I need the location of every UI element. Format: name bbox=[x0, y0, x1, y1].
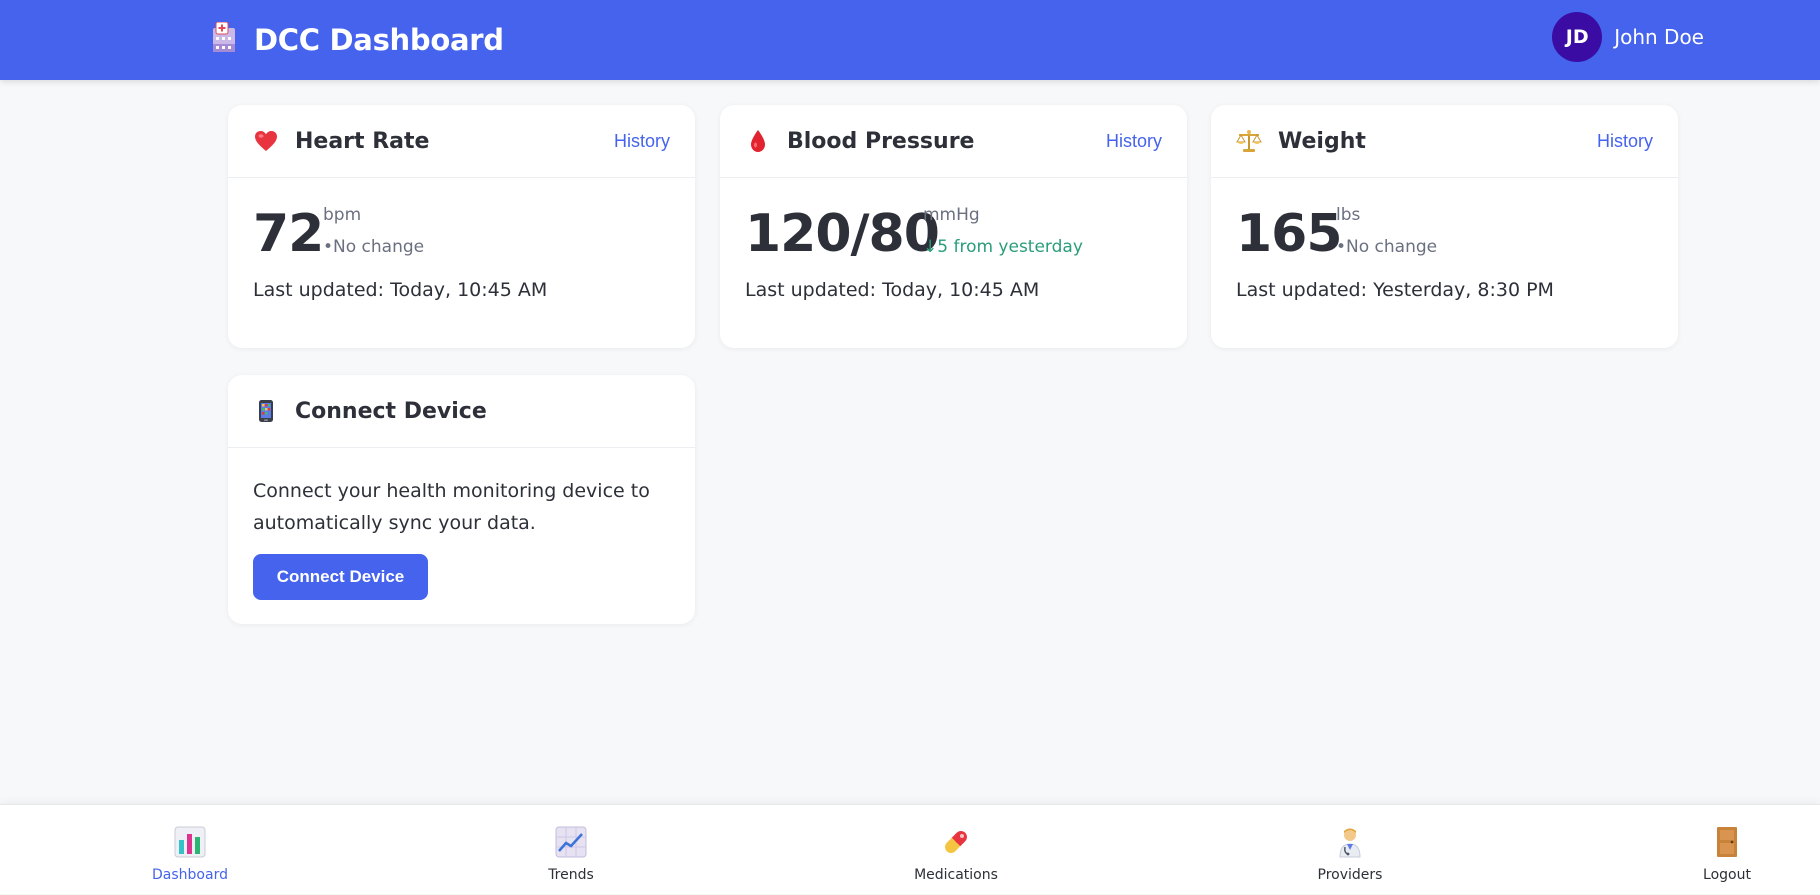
brand[interactable]: DCC Dashboard bbox=[210, 18, 504, 62]
metric-unit: bpm bbox=[323, 205, 362, 225]
card-header: Blood Pressure History bbox=[720, 105, 1187, 178]
connect-body: Connect your health monitoring device to… bbox=[228, 448, 695, 600]
scale-icon bbox=[1236, 128, 1262, 154]
last-updated: Last updated: Today, 10:45 AM bbox=[745, 279, 1040, 301]
weight-card: Weight History 165 lbs •No change Last u… bbox=[1211, 105, 1678, 348]
app-title: DCC Dashboard bbox=[254, 23, 504, 57]
history-link[interactable]: History bbox=[1106, 131, 1162, 152]
nav-item-medications[interactable]: Medications bbox=[886, 805, 1026, 895]
metric-change: ↓5 from yesterday bbox=[923, 237, 1083, 257]
top-header: DCC Dashboard JD John Doe bbox=[0, 0, 1820, 80]
card-title: Blood Pressure bbox=[787, 128, 975, 154]
card-title: Heart Rate bbox=[295, 128, 430, 154]
pill-icon bbox=[939, 825, 973, 859]
metric-change: •No change bbox=[323, 237, 425, 257]
card-header: Connect Device bbox=[228, 375, 695, 448]
nav-item-dashboard[interactable]: Dashboard bbox=[120, 805, 260, 895]
history-link[interactable]: History bbox=[614, 131, 670, 152]
nav-item-trends[interactable]: Trends bbox=[501, 805, 641, 895]
nav-label: Medications bbox=[914, 867, 998, 883]
avatar[interactable]: JD bbox=[1552, 12, 1603, 62]
metric-unit: lbs bbox=[1336, 205, 1361, 225]
trend-chart-icon bbox=[554, 825, 588, 859]
card-header: Weight History bbox=[1211, 105, 1678, 178]
metric-details: mmHg ↓5 from yesterday bbox=[923, 205, 1083, 257]
door-icon bbox=[1710, 825, 1744, 859]
card-header: Heart Rate History bbox=[228, 105, 695, 178]
nav-item-logout[interactable]: Logout bbox=[1657, 805, 1797, 895]
user-name: John Doe bbox=[1614, 25, 1704, 49]
heart-rate-card: Heart Rate History 72 bpm •No change Las… bbox=[228, 105, 695, 348]
card-title: Connect Device bbox=[295, 398, 487, 424]
metric-unit: mmHg bbox=[923, 205, 980, 225]
history-link[interactable]: History bbox=[1597, 131, 1653, 152]
nav-item-providers[interactable]: Providers bbox=[1280, 805, 1420, 895]
doctor-icon bbox=[1333, 825, 1367, 859]
blood-drop-icon bbox=[745, 128, 771, 154]
heart-icon bbox=[253, 128, 279, 154]
metric-change: •No change bbox=[1336, 237, 1438, 257]
hospital-icon bbox=[210, 21, 238, 58]
metric: 72 bpm •No change bbox=[228, 178, 695, 279]
connect-description: Connect your health monitoring device to… bbox=[253, 480, 650, 534]
metric: 165 lbs •No change bbox=[1211, 178, 1678, 279]
blood-pressure-card: Blood Pressure History 120/80 mmHg ↓5 fr… bbox=[720, 105, 1187, 348]
nav-label: Trends bbox=[548, 867, 594, 883]
metric-value: 120/80 bbox=[745, 204, 940, 264]
metric-details: lbs •No change bbox=[1336, 205, 1437, 257]
phone-icon bbox=[253, 398, 279, 424]
connect-device-card: Connect Device Connect your health monit… bbox=[228, 375, 695, 624]
nav-label: Providers bbox=[1317, 867, 1383, 883]
metric: 120/80 mmHg ↓5 from yesterday bbox=[720, 178, 1187, 279]
card-title: Weight bbox=[1278, 128, 1366, 154]
nav-label: Logout bbox=[1703, 867, 1751, 883]
metric-details: bpm •No change bbox=[323, 205, 424, 257]
connect-device-button[interactable]: Connect Device bbox=[253, 554, 428, 600]
metric-value: 165 bbox=[1236, 204, 1343, 264]
bottom-nav: Dashboard Trends Medications Providers L… bbox=[0, 804, 1820, 894]
bar-chart-icon bbox=[173, 825, 207, 859]
user-menu[interactable]: JD John Doe bbox=[1552, 12, 1704, 62]
metric-value: 72 bbox=[253, 204, 324, 264]
last-updated: Last updated: Today, 10:45 AM bbox=[253, 279, 548, 301]
last-updated: Last updated: Yesterday, 8:30 PM bbox=[1236, 279, 1554, 301]
nav-label: Dashboard bbox=[152, 867, 228, 883]
